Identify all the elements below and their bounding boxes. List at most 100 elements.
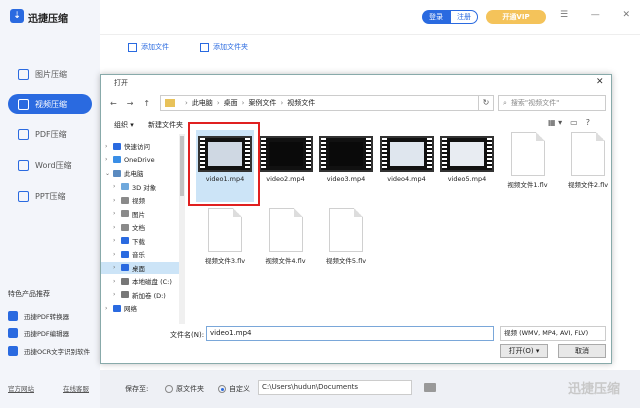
file-item[interactable]: 视频文件5.flv xyxy=(317,206,375,278)
open-button[interactable]: 打开(O) ▾ xyxy=(500,344,548,358)
tree-item[interactable]: › 本地磁盘 (C:) xyxy=(101,275,179,287)
breadcrumb-item[interactable]: 此电脑 xyxy=(192,98,213,108)
chevron-icon[interactable]: › xyxy=(113,291,121,298)
breadcrumb-item[interactable]: 桌面 xyxy=(224,98,238,108)
file-name: video2.mp4 xyxy=(266,175,305,183)
breadcrumb-item[interactable]: 视频文件 xyxy=(287,98,315,108)
view-mode-icon[interactable]: ▦ ▾ xyxy=(548,118,562,127)
add-folder-button[interactable]: 添加文件夹 xyxy=(200,42,248,52)
video-thumbnail-icon xyxy=(440,136,494,172)
folder-icon xyxy=(121,237,129,244)
chevron-icon[interactable]: › xyxy=(105,156,113,163)
tree-item-label: 文档 xyxy=(132,224,145,232)
radio-custom[interactable]: 自定义 xyxy=(218,384,250,394)
save-path-field[interactable]: C:\Users\hudun\Documents xyxy=(258,380,412,395)
sidebar-item-ppt-compress[interactable]: PPT压缩 xyxy=(8,186,92,206)
file-item[interactable]: 视频文件4.flv xyxy=(257,206,315,278)
breadcrumb-item[interactable]: 案例文件 xyxy=(248,98,276,108)
sidebar-item-image-compress[interactable]: 图片压缩 xyxy=(8,64,92,84)
folder-icon xyxy=(121,210,129,217)
sidebar-item-word-compress[interactable]: Word压缩 xyxy=(8,155,92,175)
document-icon xyxy=(208,208,242,252)
preview-pane-icon[interactable]: ▭ xyxy=(570,118,578,127)
chevron-icon[interactable]: ⌄ xyxy=(105,170,113,177)
minimize-icon[interactable]: — xyxy=(591,10,600,24)
feature-pdf-converter[interactable]: 迅捷PDF转换器 xyxy=(8,309,69,323)
address-bar[interactable]: › 此电脑 › 桌面 › 案例文件 › 视频文件 xyxy=(160,95,494,111)
file-item[interactable]: 视频文件3.flv xyxy=(196,206,254,278)
official-site-link[interactable]: 官方网站 xyxy=(8,383,34,393)
new-folder-button[interactable]: 新建文件夹 xyxy=(148,120,183,130)
document-icon xyxy=(329,208,363,252)
chevron-icon[interactable]: › xyxy=(113,264,121,271)
video-thumbnail-icon xyxy=(379,136,434,172)
tree-item[interactable]: › 桌面 xyxy=(101,261,179,274)
file-item[interactable]: 视频文件2.flv xyxy=(559,130,617,202)
tree-item[interactable]: › 下载 xyxy=(101,235,179,247)
tree-item[interactable]: › 3D 对象 xyxy=(101,181,179,193)
folder-icon[interactable] xyxy=(424,383,436,392)
tree-scrollbar-thumb[interactable] xyxy=(180,136,184,196)
tree-item[interactable]: › 新加卷 (D:) xyxy=(101,289,179,301)
feature-label: 迅捷PDF编辑器 xyxy=(24,330,70,338)
up-icon[interactable]: ↑ xyxy=(143,99,150,108)
sidebar-item-label: 图片压缩 xyxy=(35,69,67,79)
file-name: 视频文件5.flv xyxy=(325,257,367,265)
folder-icon xyxy=(121,291,129,298)
file-item[interactable]: video5.mp4 xyxy=(438,130,496,202)
forward-icon[interactable]: → xyxy=(127,99,134,108)
chevron-icon[interactable]: › xyxy=(113,278,121,285)
feature-pdf-editor[interactable]: 迅捷PDF编辑器 xyxy=(8,326,69,340)
file-item[interactable]: video3.mp4 xyxy=(317,130,375,202)
search-input[interactable]: ⌕ 搜索"视频文件" xyxy=(498,95,606,111)
file-item[interactable]: video4.mp4 xyxy=(378,130,436,202)
chevron-icon[interactable]: › xyxy=(113,251,121,258)
folder-icon xyxy=(113,169,121,177)
tree-item[interactable]: › 音乐 xyxy=(101,248,179,260)
dialog-close-icon[interactable]: ✕ xyxy=(596,77,604,87)
feature-ocr[interactable]: 迅捷OCR文字识别软件 xyxy=(8,344,90,358)
search-placeholder: 搜索"视频文件" xyxy=(510,99,560,107)
back-icon[interactable]: ← xyxy=(110,99,117,108)
login-button[interactable]: 登录 xyxy=(422,10,450,24)
close-icon[interactable]: ✕ xyxy=(622,10,630,24)
tree-item[interactable]: › 图片 xyxy=(101,208,179,220)
menu-icon[interactable]: ☰ xyxy=(560,10,568,24)
register-button[interactable]: 注册 xyxy=(450,10,478,24)
tree-item[interactable]: › 网络 xyxy=(101,302,179,314)
filetype-select[interactable]: 视频 (WMV, MP4, AVI, FLV) xyxy=(500,326,606,341)
file-item[interactable]: video2.mp4 xyxy=(257,130,315,202)
tree-item[interactable]: › 文档 xyxy=(101,221,179,233)
folder-icon xyxy=(165,99,175,107)
tree-item[interactable]: › 快速访问 xyxy=(101,140,179,152)
online-support-link[interactable]: 在线客服 xyxy=(63,383,89,393)
sidebar-item-video-compress[interactable]: 视频压缩 xyxy=(8,94,92,114)
tree-item[interactable]: › 视频 xyxy=(101,194,179,206)
chevron-icon[interactable]: › xyxy=(105,143,113,150)
pdf-icon xyxy=(18,128,29,140)
folder-icon xyxy=(121,277,129,285)
cancel-button[interactable]: 取消 xyxy=(558,344,606,358)
filename-input[interactable]: video1.mp4 xyxy=(206,326,494,341)
chevron-icon[interactable]: › xyxy=(113,210,121,217)
organize-button[interactable]: 组织 ▾ xyxy=(114,120,134,130)
vip-button[interactable]: 开通VIP xyxy=(486,10,546,24)
file-name: 视频文件4.flv xyxy=(265,257,306,265)
folder-icon xyxy=(113,156,121,163)
radio-original-folder[interactable]: 原文件夹 xyxy=(165,384,204,394)
help-icon[interactable]: ? xyxy=(586,118,590,127)
refresh-icon[interactable]: ↻ xyxy=(478,95,494,111)
file-item[interactable]: 视频文件1.flv xyxy=(499,130,557,202)
chevron-icon[interactable]: › xyxy=(113,224,121,231)
sidebar-item-pdf-compress[interactable]: PDF压缩 xyxy=(8,124,92,144)
tree-item[interactable]: ⌄ 此电脑 xyxy=(101,167,179,179)
folder-tree: › 快速访问 › OneDrive ⌄ 此电脑 › 3D 对象 › 视频 › 图片 › 文档 › 下载 › 音乐 ›… xyxy=(101,134,179,324)
tree-item-label: 3D 对象 xyxy=(132,183,157,192)
chevron-icon[interactable]: › xyxy=(105,305,113,312)
chevron-icon[interactable]: › xyxy=(113,183,121,190)
add-file-button[interactable]: 添加文件 xyxy=(128,42,169,52)
chevron-icon[interactable]: › xyxy=(113,237,121,244)
tree-item[interactable]: › OneDrive xyxy=(101,154,179,166)
pdf-editor-icon xyxy=(8,328,18,338)
chevron-icon[interactable]: › xyxy=(113,197,121,204)
